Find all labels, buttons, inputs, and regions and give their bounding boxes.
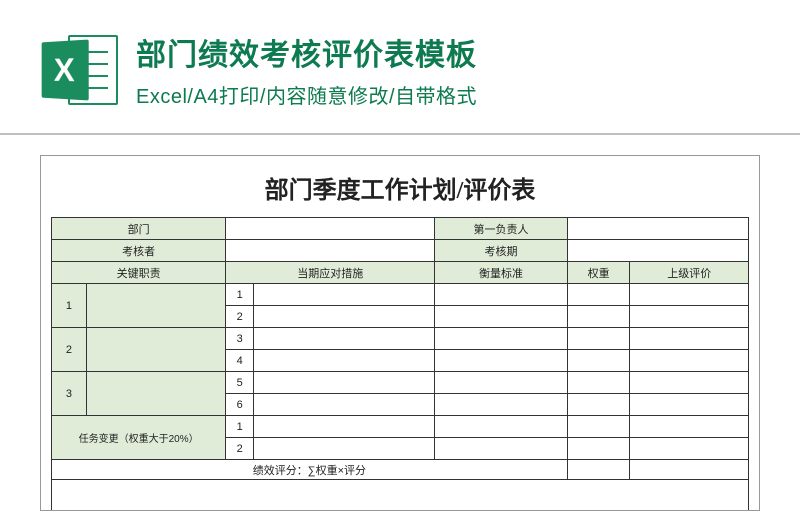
sub-num: 4 xyxy=(226,350,254,372)
duty-cell xyxy=(86,372,225,416)
score-weight xyxy=(567,460,630,480)
table-row: 3 5 xyxy=(52,372,749,394)
label-department: 部门 xyxy=(52,218,226,240)
col-measures: 当期应对措施 xyxy=(226,262,435,284)
template-header: X 部门绩效考核评价表模板 Excel/A4打印/内容随意修改/自带格式 xyxy=(0,0,800,129)
criteria-cell xyxy=(435,416,567,438)
weight-cell xyxy=(567,350,630,372)
score-review xyxy=(630,460,749,480)
weight-cell xyxy=(567,372,630,394)
col-key-duty: 关键职责 xyxy=(52,262,226,284)
table-row: 1 1 xyxy=(52,284,749,306)
info-row: 部门 第一负责人 xyxy=(52,218,749,240)
review-cell xyxy=(630,372,749,394)
weight-cell xyxy=(567,438,630,460)
review-cell xyxy=(630,394,749,416)
task-change-row: 任务变更（权重大于20%） 1 xyxy=(52,416,749,438)
sub-num: 3 xyxy=(226,328,254,350)
label-owner: 第一负责人 xyxy=(435,218,567,240)
review-cell xyxy=(630,284,749,306)
title-block: 部门绩效考核评价表模板 Excel/A4打印/内容随意修改/自带格式 xyxy=(136,30,760,109)
measure-cell xyxy=(254,372,435,394)
col-criteria: 衡量标准 xyxy=(435,262,567,284)
review-cell xyxy=(630,306,749,328)
info-row: 考核者 考核期 xyxy=(52,240,749,262)
value-department xyxy=(226,218,435,240)
value-owner xyxy=(567,218,748,240)
group-num: 3 xyxy=(52,372,87,416)
criteria-cell xyxy=(435,284,567,306)
sub-num: 2 xyxy=(226,306,254,328)
criteria-cell xyxy=(435,394,567,416)
measure-cell xyxy=(254,328,435,350)
sub-num: 1 xyxy=(226,284,254,306)
criteria-cell xyxy=(435,438,567,460)
sub-num: 2 xyxy=(226,438,254,460)
measure-cell xyxy=(254,438,435,460)
measure-cell xyxy=(254,284,435,306)
criteria-cell xyxy=(435,328,567,350)
column-header-row: 关键职责 当期应对措施 衡量标准 权重 上级评价 xyxy=(52,262,749,284)
review-cell xyxy=(630,416,749,438)
review-cell xyxy=(630,438,749,460)
evaluation-table: 部门 第一负责人 考核者 考核期 关键职责 当期应对措施 衡量标准 权重 上级评… xyxy=(51,217,749,510)
value-period xyxy=(567,240,748,262)
label-assessor: 考核者 xyxy=(52,240,226,262)
blank-row xyxy=(52,480,749,510)
weight-cell xyxy=(567,284,630,306)
criteria-cell xyxy=(435,306,567,328)
sub-num: 6 xyxy=(226,394,254,416)
label-period: 考核期 xyxy=(435,240,567,262)
weight-cell xyxy=(567,394,630,416)
sheet-title: 部门季度工作计划/评价表 xyxy=(51,170,749,205)
template-title: 部门绩效考核评价表模板 xyxy=(136,30,760,74)
excel-x-letter: X xyxy=(54,51,75,89)
review-cell xyxy=(630,328,749,350)
duty-cell xyxy=(86,328,225,372)
col-weight: 权重 xyxy=(567,262,630,284)
score-label: 绩效评分：∑权重×评分 xyxy=(52,460,568,480)
weight-cell xyxy=(567,416,630,438)
sub-num: 5 xyxy=(226,372,254,394)
weight-cell xyxy=(567,306,630,328)
measure-cell xyxy=(254,416,435,438)
task-change-label: 任务变更（权重大于20%） xyxy=(52,416,226,460)
measure-cell xyxy=(254,350,435,372)
weight-cell xyxy=(567,328,630,350)
sheet-preview: 部门季度工作计划/评价表 部门 第一负责人 考核者 考核期 xyxy=(0,135,800,511)
group-num: 1 xyxy=(52,284,87,328)
measure-cell xyxy=(254,394,435,416)
template-subtitle: Excel/A4打印/内容随意修改/自带格式 xyxy=(136,80,760,109)
measure-cell xyxy=(254,306,435,328)
review-cell xyxy=(630,350,749,372)
excel-icon: X xyxy=(40,31,118,109)
table-row: 2 3 xyxy=(52,328,749,350)
score-row: 绩效评分：∑权重×评分 xyxy=(52,460,749,480)
col-review: 上级评价 xyxy=(630,262,749,284)
sub-num: 1 xyxy=(226,416,254,438)
criteria-cell xyxy=(435,372,567,394)
group-num: 2 xyxy=(52,328,87,372)
criteria-cell xyxy=(435,350,567,372)
value-assessor xyxy=(226,240,435,262)
duty-cell xyxy=(86,284,225,328)
